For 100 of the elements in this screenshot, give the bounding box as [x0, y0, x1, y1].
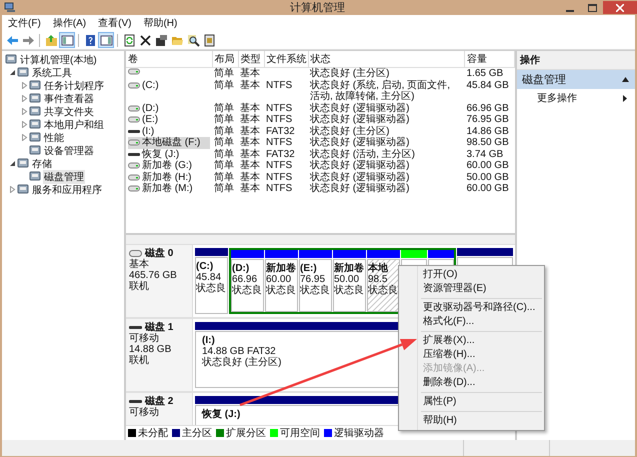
- partition-bar: [195, 248, 228, 256]
- tree-item[interactable]: 计算机管理(本地): [19, 52, 98, 66]
- disk-type: 可移动: [129, 407, 160, 418]
- table-cell: NTFS: [266, 160, 292, 171]
- volume-cell[interactable]: 新加卷 (G:): [126, 160, 212, 172]
- volume-cell[interactable]: (C:): [126, 80, 212, 102]
- node-icon: [29, 171, 41, 182]
- toolbar-button[interactable]: [59, 32, 75, 48]
- partition-box[interactable]: (E:) 76.95 状态良: [299, 259, 332, 312]
- context-menu-item[interactable]: 资源管理器(E): [399, 282, 544, 296]
- volume-cell[interactable]: 恢复 (J:): [126, 148, 212, 160]
- action-link[interactable]: 更多操作: [537, 91, 577, 105]
- tree-item[interactable]: 系统工具: [31, 66, 73, 80]
- window-title: 计算机管理: [290, 1, 345, 15]
- collapsed-arrow-icon[interactable]: [8, 186, 16, 193]
- partition-box[interactable]: 新加卷 50.00 状态良: [333, 259, 366, 312]
- table-cell: NTFS: [266, 183, 292, 194]
- partition-box[interactable]: 本地 98.5 状态良: [367, 259, 400, 312]
- collapsed-arrow-icon[interactable]: [20, 121, 28, 128]
- partition-status: 状态良: [300, 285, 330, 296]
- context-menu-item[interactable]: 格式化(F)...: [399, 315, 544, 329]
- tree-item[interactable]: 任务计划程序: [43, 78, 105, 92]
- removable-drive-icon: [128, 128, 140, 135]
- close-button[interactable]: [603, 1, 637, 14]
- column-header[interactable]: 类型: [238, 51, 264, 68]
- table-cell: 状态良好 (逻辑驱动器): [310, 172, 410, 182]
- toolbar-button[interactable]: [98, 32, 114, 48]
- tree-item[interactable]: 服务和应用程序: [31, 182, 103, 196]
- context-menu-item[interactable]: 帮助(H): [399, 414, 544, 428]
- maximize-icon: [588, 4, 596, 12]
- minimize-icon: [566, 10, 574, 12]
- tree-item[interactable]: 存储: [31, 156, 53, 170]
- refresh-icon: [122, 34, 136, 46]
- toolbar-button[interactable]: [153, 32, 169, 48]
- drive-icon: [128, 185, 140, 192]
- disk-name: 磁盘 0: [145, 248, 174, 259]
- forward-arrow-icon: [22, 34, 34, 46]
- tree-item[interactable]: 事件查看器: [43, 92, 95, 106]
- collapsed-arrow-icon[interactable]: [20, 134, 28, 141]
- disk-name: 磁盘 1: [145, 322, 174, 333]
- table-cell: 状态良好 (活动, 主分区): [310, 148, 415, 160]
- volume-cell[interactable]: 本地磁盘 (F:): [126, 137, 212, 148]
- partition-bar: [457, 248, 513, 256]
- table-cell: 基本: [240, 68, 260, 79]
- column-header[interactable]: 布局: [212, 51, 238, 68]
- partition-size: 66.96: [232, 274, 258, 285]
- tree-item[interactable]: 性能: [43, 130, 65, 144]
- back-arrow-icon: [6, 34, 18, 46]
- table-cell: 简单: [214, 160, 234, 171]
- partition-status: 状态良好 (主分区): [202, 357, 282, 368]
- column-header[interactable]: 容量: [464, 51, 514, 68]
- disk-type: 基本: [129, 259, 150, 270]
- tree-item[interactable]: 本地用户和组: [43, 118, 105, 132]
- volume-cell[interactable]: 新加卷 (M:): [126, 183, 212, 194]
- table-cell: 简单: [214, 183, 234, 194]
- partition-box[interactable]: (C:) 45.84 状态良: [195, 257, 228, 314]
- column-header[interactable]: 状态: [308, 51, 464, 68]
- partition-label: (E:): [300, 263, 317, 274]
- column-header[interactable]: 卷: [126, 51, 212, 68]
- table-cell: 状态良好 (主分区): [310, 126, 390, 136]
- table-cell: 状态良好 (逻辑驱动器): [310, 102, 410, 114]
- table-cell: 基本: [240, 102, 260, 114]
- partition-size: 45.84: [196, 272, 222, 283]
- table-cell: 基本: [240, 126, 260, 136]
- table-cell: 98.50 GB: [466, 137, 509, 148]
- node-icon: [5, 54, 17, 65]
- collapsed-arrow-icon[interactable]: [20, 108, 28, 115]
- expanded-arrow-icon[interactable]: [8, 160, 16, 167]
- toolbar-button[interactable]: [185, 32, 201, 48]
- drive-icon: [128, 104, 140, 112]
- context-menu-item[interactable]: 打开(O): [399, 268, 544, 282]
- action-pane-icon: [100, 34, 112, 46]
- partition-box[interactable]: (D:) 66.96 状态良: [231, 259, 264, 312]
- properties-icon: [154, 34, 168, 46]
- column-header[interactable]: 文件系统: [264, 51, 308, 68]
- volume-cell[interactable]: (D:): [126, 102, 212, 114]
- volume-cell[interactable]: (E:): [126, 114, 212, 126]
- table-cell: NTFS: [266, 80, 292, 90]
- volume-cell[interactable]: (I:): [126, 126, 212, 137]
- folder-up-icon: [44, 34, 58, 46]
- collapsed-arrow-icon[interactable]: [20, 82, 28, 89]
- expanded-arrow-icon[interactable]: [8, 69, 16, 76]
- menu-item[interactable]: 文件(F): [2, 16, 47, 30]
- table-cell: 状态良好 (逻辑驱动器): [310, 183, 410, 194]
- volume-cell[interactable]: 新加卷 (H:): [126, 172, 212, 183]
- tree-item[interactable]: 设备管理器: [43, 144, 95, 158]
- legend-label: 扩展分区: [226, 426, 266, 440]
- menu-item[interactable]: 帮助(H): [137, 16, 184, 30]
- submenu-arrow-icon: [623, 94, 627, 102]
- menu-item[interactable]: 查看(V): [92, 16, 138, 30]
- action-section[interactable]: 磁盘管理: [517, 70, 635, 89]
- partition-box[interactable]: 新加卷 60.00 状态良: [265, 259, 298, 312]
- collapsed-arrow-icon[interactable]: [20, 95, 28, 102]
- menu-item[interactable]: 操作(A): [46, 16, 92, 30]
- tree-item[interactable]: 磁盘管理: [43, 170, 85, 184]
- context-menu-item[interactable]: 扩展卷(X)...: [399, 334, 544, 348]
- context-menu-item[interactable]: 更改驱动器号和路径(C)...: [399, 301, 544, 315]
- context-menu-item[interactable]: 属性(P): [399, 395, 544, 409]
- tree-item[interactable]: 共享文件夹: [43, 104, 95, 118]
- partition-label: 新加卷: [334, 263, 364, 274]
